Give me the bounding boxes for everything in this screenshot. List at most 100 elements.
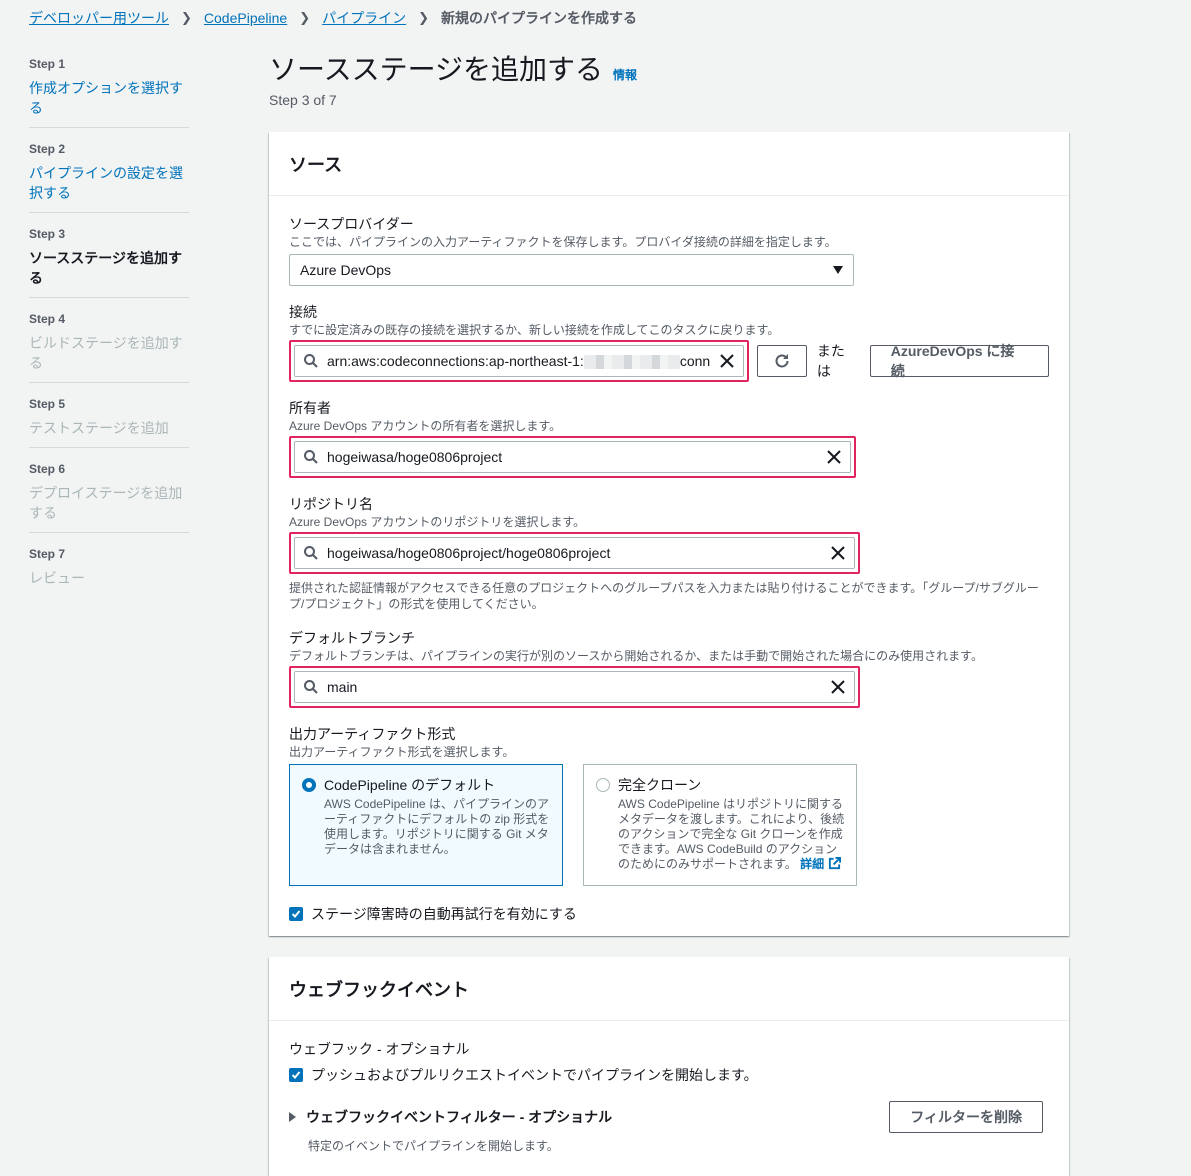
step-test-stage: テストステージを追加 <box>29 420 169 436</box>
tile-title: CodePipeline のデフォルト <box>324 777 496 793</box>
clear-icon[interactable] <box>826 449 842 465</box>
repository-hint: 提供された認証情報がアクセスできる任意のプロジェクトへのグループパスを入力または… <box>289 581 1039 611</box>
chevron-right-icon: ❯ <box>181 10 192 25</box>
field-label: 出力アーティファクト形式 <box>289 726 456 742</box>
radio-unselected[interactable] <box>596 778 610 792</box>
select-value: Azure DevOps <box>300 262 392 278</box>
refresh-button[interactable] <box>757 345 807 377</box>
field-description: ここでは、パイプラインの入力アーティファクトを保存します。プロバイダ接続の詳細を… <box>289 235 837 249</box>
tile-title: 完全クローン <box>618 777 702 793</box>
check-icon <box>291 1071 301 1079</box>
owner-field: 所有者 Azure DevOps アカウントの所有者を選択します。 hogeiw… <box>289 398 1049 478</box>
step-number: Step 1 <box>29 57 66 71</box>
connection-arn-suffix: conn <box>679 352 711 369</box>
auto-retry-label: ステージ障害時の自動再試行を有効にする <box>311 906 577 922</box>
search-icon <box>304 680 318 694</box>
artifact-option-default[interactable]: CodePipeline のデフォルト AWS CodePipeline は、パ… <box>289 764 563 886</box>
webhook-label: ウェブフック - オプショナル <box>289 1041 470 1057</box>
default-branch-value: main <box>327 679 358 695</box>
refresh-icon <box>775 354 789 368</box>
breadcrumb-codepipeline[interactable]: CodePipeline <box>204 10 287 26</box>
source-panel: ソース ソースプロバイダー ここでは、パイプラインの入力アーティファクトを保存し… <box>269 132 1069 936</box>
chevron-right-icon: ❯ <box>418 10 430 25</box>
output-artifact-field: 出力アーティファクト形式 出力アーティファクト形式を選択します。 CodePip… <box>289 724 1049 886</box>
highlight-box: main <box>289 666 860 708</box>
clear-icon[interactable] <box>830 545 846 561</box>
step-review: レビュー <box>29 570 85 586</box>
source-provider-field: ソースプロバイダー ここでは、パイプラインの入力アーティファクトを保存します。プ… <box>289 214 1049 286</box>
clear-icon[interactable] <box>719 353 735 369</box>
field-description: デフォルトブランチは、パイプラインの実行が別のソースから開始されるか、または手動… <box>289 649 983 663</box>
search-icon <box>304 354 318 368</box>
breadcrumb-pipelines[interactable]: パイプライン <box>322 8 406 28</box>
clear-icon[interactable] <box>830 679 846 695</box>
step-number: Step 2 <box>29 142 66 156</box>
field-description: 出力アーティファクト形式を選択します。 <box>289 745 515 759</box>
step-number: Step 4 <box>29 312 66 326</box>
search-icon <box>304 450 318 464</box>
page-title: ソースステージを追加する <box>269 54 604 85</box>
field-description: すでに設定済みの既存の接続を選択するか、新しい接続を作成してこのタスクに戻ります… <box>289 323 780 337</box>
webhook-check-label: プッシュおよびプルリクエストイベントでパイプラインを開始します。 <box>311 1067 758 1083</box>
step-build-stage: ビルドステージを追加する <box>29 335 183 371</box>
step-current-source-stage: ソースステージを追加する <box>29 250 183 286</box>
webhook-checkbox-row[interactable]: プッシュおよびプルリクエストイベントでパイプラインを開始します。 <box>289 1065 1049 1085</box>
field-label: 所有者 <box>289 400 331 416</box>
field-label: デフォルトブランチ <box>289 630 415 646</box>
checkbox-checked[interactable] <box>289 1068 303 1082</box>
field-description: Azure DevOps アカウントのリポジトリを選択します。 <box>289 515 586 529</box>
or-text: または <box>816 343 845 379</box>
wizard-step-1: Step 1 作成オプションを選択する <box>29 56 189 128</box>
repository-field: リポジトリ名 Azure DevOps アカウントのリポジトリを選択します。 h… <box>289 494 1049 612</box>
step-indicator: Step 3 of 7 <box>269 92 337 108</box>
checkbox-checked[interactable] <box>289 907 303 921</box>
step-number: Step 3 <box>29 227 66 241</box>
repository-input[interactable]: hogeiwasa/hoge0806project/hoge0806projec… <box>294 537 855 569</box>
wizard-step-5: Step 5 テストステージを追加 <box>29 396 189 448</box>
learn-more-link[interactable]: 詳細 <box>800 857 841 871</box>
wizard-step-6: Step 6 デプロイステージを追加する <box>29 461 189 533</box>
wizard-step-4: Step 4 ビルドステージを追加する <box>29 311 189 383</box>
step-deploy-stage: デプロイステージを追加する <box>29 485 183 521</box>
artifact-option-full-clone[interactable]: 完全クローン AWS CodePipeline はリポジトリに関するメタデータを… <box>583 764 857 886</box>
highlight-box: hogeiwasa/hoge0806project <box>289 436 856 478</box>
webhook-filter-description: 特定のイベントでパイプラインを開始します。 <box>308 1139 559 1153</box>
caret-down-icon <box>833 266 843 274</box>
webhook-panel-header: ウェブフックイベント <box>269 957 1069 1021</box>
field-label: ソースプロバイダー <box>289 216 414 232</box>
connection-arn-prefix: arn:aws:codeconnections:ap-northeast-1: <box>327 352 584 369</box>
webhook-panel: ウェブフックイベント ウェブフック - オプショナル プッシュおよびプルリクエス… <box>269 957 1069 1176</box>
check-icon <box>291 910 301 918</box>
field-description: Azure DevOps アカウントの所有者を選択します。 <box>289 419 562 433</box>
caret-right-icon <box>289 1112 296 1122</box>
step-number: Step 5 <box>29 397 66 411</box>
connection-input[interactable]: arn:aws:codeconnections:ap-northeast-1: c… <box>294 345 744 377</box>
field-label: 接続 <box>289 304 317 320</box>
page-header: ソースステージを追加する 情報 <box>269 48 637 88</box>
default-branch-input[interactable]: main <box>294 671 855 703</box>
expander-title: ウェブフックイベントフィルター - オプショナル <box>306 1109 613 1125</box>
connect-azure-devops-button[interactable]: AzureDevOps に接続 <box>869 343 1050 379</box>
remove-filter-button[interactable]: フィルターを削除 <box>889 1101 1043 1133</box>
highlight-box: hogeiwasa/hoge0806project/hoge0806projec… <box>289 532 860 574</box>
step-link-pipeline-settings[interactable]: パイプラインの設定を選択する <box>29 163 189 203</box>
auto-retry-checkbox-row[interactable]: ステージ障害時の自動再試行を有効にする <box>289 904 1049 924</box>
owner-value: hogeiwasa/hoge0806project <box>327 449 503 465</box>
breadcrumb-current: 新規のパイプラインを作成する <box>441 10 638 26</box>
webhook-filter-expander[interactable]: ウェブフックイベントフィルター - オプショナル <box>289 1107 612 1127</box>
source-provider-select[interactable]: Azure DevOps <box>289 254 854 286</box>
breadcrumb: デベロッパー用ツール ❯ CodePipeline ❯ パイプライン ❯ 新規の… <box>29 8 637 28</box>
field-label: リポジトリ名 <box>289 496 373 512</box>
radio-selected[interactable] <box>302 778 316 792</box>
step-link-choose-options[interactable]: 作成オプションを選択する <box>29 78 189 118</box>
external-link-icon <box>828 857 841 870</box>
highlight-box: arn:aws:codeconnections:ap-northeast-1: c… <box>289 340 749 382</box>
wizard-steps: Step 1 作成オプションを選択する Step 2 パイプラインの設定を選択す… <box>29 56 189 610</box>
info-link[interactable]: 情報 <box>613 66 637 83</box>
tile-description: AWS CodePipeline は、パイプラインのアーティファクトにデフォルト… <box>324 797 550 856</box>
source-panel-header: ソース <box>269 132 1069 196</box>
default-branch-field: デフォルトブランチ デフォルトブランチは、パイプラインの実行が別のソースから開始… <box>289 628 1049 708</box>
step-number: Step 7 <box>29 547 66 561</box>
owner-input[interactable]: hogeiwasa/hoge0806project <box>294 441 851 473</box>
breadcrumb-developer-tools[interactable]: デベロッパー用ツール <box>29 8 169 28</box>
